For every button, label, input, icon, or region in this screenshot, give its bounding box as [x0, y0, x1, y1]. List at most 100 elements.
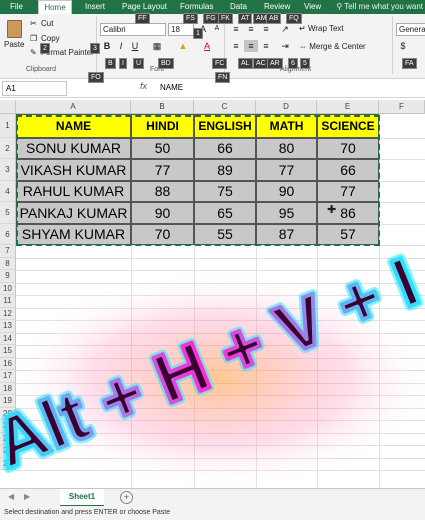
table-header-cell[interactable]: NAME [16, 114, 131, 138]
add-sheet-icon[interactable]: + [120, 491, 133, 504]
tell-me-box[interactable]: ⚲ Tell me what you want [336, 0, 423, 14]
row-header[interactable]: 16 [0, 357, 16, 370]
name-box[interactable]: A1 [2, 81, 67, 96]
table-cell[interactable]: 70 [317, 138, 379, 159]
row-header[interactable]: 22 [0, 432, 16, 445]
tab-file[interactable]: File [10, 0, 23, 14]
row-header[interactable]: 4 [0, 181, 16, 202]
font-color-icon[interactable]: A [200, 40, 214, 52]
table-cell[interactable]: SONU KUMAR [16, 138, 131, 159]
column-header-e[interactable]: E [317, 100, 379, 114]
align-bottom-icon[interactable]: ≡ [259, 23, 273, 35]
select-all-corner[interactable] [0, 100, 16, 114]
row-header[interactable]: 19 [0, 395, 16, 408]
table-header-cell[interactable]: MATH [256, 114, 317, 138]
table-cell[interactable]: 65 [194, 202, 256, 224]
table-cell[interactable]: 90 [256, 181, 317, 202]
column-header-b[interactable]: B [131, 100, 194, 114]
align-middle-icon[interactable]: ≡ [244, 23, 258, 35]
tab-review[interactable]: Review [264, 0, 290, 14]
table-cell[interactable]: 87 [256, 224, 317, 245]
wrap-text-button[interactable]: ↵ Wrap Text [299, 24, 344, 33]
number-format-box[interactable]: General [396, 23, 425, 36]
row-header[interactable]: 10 [0, 282, 16, 295]
row-header[interactable]: 8 [0, 257, 16, 270]
column-header-f[interactable]: F [379, 100, 425, 114]
orientation-icon[interactable]: ↗ [278, 23, 292, 35]
column-header-a[interactable]: A [16, 100, 131, 114]
align-center-icon[interactable]: ≡ [244, 40, 258, 52]
sheet-tab-sheet1[interactable]: Sheet1 [60, 489, 104, 507]
merge-center-button[interactable]: ⇔ Merge & Center [299, 42, 366, 51]
column-header-c[interactable]: C [194, 100, 256, 114]
row-header[interactable]: 21 [0, 420, 16, 433]
table-cell[interactable]: 66 [317, 159, 379, 181]
align-top-icon[interactable]: ≡ [229, 23, 243, 35]
row-header[interactable]: 2 [0, 138, 16, 159]
table-cell[interactable]: 57 [317, 224, 379, 245]
italic-button[interactable]: I [114, 40, 128, 52]
wrap-text-label: Wrap Text [307, 24, 344, 33]
row-header[interactable]: 17 [0, 370, 16, 383]
row-header[interactable]: 15 [0, 345, 16, 358]
table-cell[interactable]: 77 [317, 181, 379, 202]
row-header[interactable]: 7 [0, 245, 16, 258]
row-header[interactable]: 20 [0, 407, 16, 420]
table-cell[interactable]: 55 [194, 224, 256, 245]
tab-formulas[interactable]: Formulas [180, 0, 213, 14]
tab-home[interactable]: Home [38, 0, 72, 15]
row-header[interactable]: 14 [0, 332, 16, 345]
table-cell[interactable]: 77 [131, 159, 194, 181]
tab-insert[interactable]: Insert [85, 0, 105, 14]
font-name-box[interactable]: Calibri [100, 23, 166, 36]
fill-color-icon[interactable]: ▲ [176, 40, 190, 52]
table-cell[interactable]: RAHUL KUMAR [16, 181, 131, 202]
table-header-cell[interactable]: ENGLISH [194, 114, 256, 138]
align-left-icon[interactable]: ≡ [229, 40, 243, 52]
table-cell[interactable]: 89 [194, 159, 256, 181]
table-cell[interactable]: VIKASH KUMAR [16, 159, 131, 181]
row-header[interactable]: 1 [0, 114, 16, 138]
row-header[interactable]: 13 [0, 320, 16, 333]
row-header[interactable]: 5 [0, 202, 16, 224]
table-cell[interactable]: 80 [256, 138, 317, 159]
column-header-d[interactable]: D [256, 100, 317, 114]
row-header[interactable]: 9 [0, 270, 16, 283]
row-header[interactable]: 6 [0, 224, 16, 245]
align-right-icon[interactable]: ≡ [259, 40, 273, 52]
formula-input[interactable]: NAME [160, 81, 183, 94]
tab-data[interactable]: Data [230, 0, 247, 14]
font-size-box[interactable]: 18 [168, 23, 194, 36]
tab-page-layout[interactable]: Page Layout [122, 0, 167, 14]
row-header[interactable]: 18 [0, 382, 16, 395]
table-cell[interactable]: PANKAJ KUMAR [16, 202, 131, 224]
table-header-cell[interactable]: HINDI [131, 114, 194, 138]
row-header[interactable]: 24 [0, 457, 16, 470]
borders-icon[interactable]: ▦ [150, 40, 164, 52]
table-cell[interactable]: SHYAM KUMAR [16, 224, 131, 245]
table-cell[interactable]: 50 [131, 138, 194, 159]
table-cell[interactable]: 70 [131, 224, 194, 245]
row-header[interactable]: 3 [0, 159, 16, 181]
underline-button[interactable]: U [128, 40, 142, 52]
table-cell[interactable]: 75 [194, 181, 256, 202]
indent-icon[interactable]: ⇥ [278, 40, 292, 52]
table-cell[interactable]: 66 [194, 138, 256, 159]
tab-view[interactable]: View [304, 0, 321, 14]
table-cell[interactable]: 95 [256, 202, 317, 224]
scroll-right-icon[interactable]: ▶ [24, 492, 30, 501]
table-cell[interactable]: 77 [256, 159, 317, 181]
row-header[interactable]: 23 [0, 445, 16, 458]
bold-button[interactable]: B [100, 40, 114, 52]
scroll-left-icon[interactable]: ◀ [8, 492, 14, 501]
shrink-font-icon[interactable]: A [210, 23, 224, 35]
table-cell[interactable]: 88 [131, 181, 194, 202]
paste-button[interactable]: Paste [3, 18, 25, 58]
currency-icon[interactable]: $ [396, 40, 410, 52]
row-header[interactable]: 12 [0, 307, 16, 320]
table-cell[interactable]: 90 [131, 202, 194, 224]
sheet-tab-bar: ◀ ▶ Sheet1 + [0, 488, 425, 507]
merge-icon: ⇔ [299, 42, 307, 51]
row-header[interactable]: 11 [0, 295, 16, 308]
table-header-cell[interactable]: SCIENCE [317, 114, 379, 138]
